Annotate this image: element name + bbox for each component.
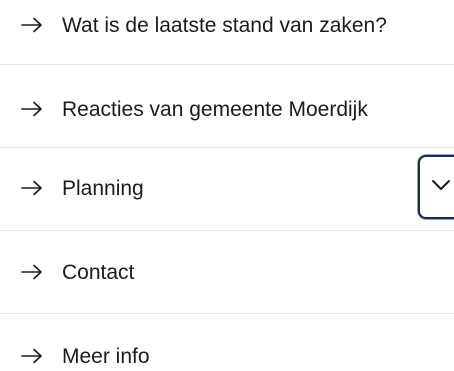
menu-item-label: Meer info xyxy=(62,344,150,368)
arrow-right-icon xyxy=(21,348,43,364)
arrow-right-icon xyxy=(21,180,43,196)
menu-item-contact[interactable]: Contact xyxy=(0,252,454,292)
arrow-right-icon xyxy=(21,264,43,280)
menu-item-planning[interactable]: Planning xyxy=(0,168,454,208)
expand-toggle-button[interactable] xyxy=(418,155,454,219)
menu-item-label: Wat is de laatste stand van zaken? xyxy=(62,13,387,37)
menu-item-label: Reacties van gemeente Moerdijk xyxy=(62,97,368,121)
divider xyxy=(0,230,454,231)
menu-item-laatste-stand[interactable]: Wat is de laatste stand van zaken? xyxy=(0,5,454,45)
chevron-down-icon xyxy=(420,178,452,197)
arrow-right-icon xyxy=(21,101,43,117)
arrow-right-icon xyxy=(21,17,43,33)
divider xyxy=(0,64,454,65)
divider xyxy=(0,313,454,314)
divider xyxy=(0,147,454,148)
menu-item-label: Contact xyxy=(62,260,135,284)
menu-item-label: Planning xyxy=(62,176,144,200)
menu-item-meer-info[interactable]: Meer info xyxy=(0,336,454,371)
menu-item-reacties[interactable]: Reacties van gemeente Moerdijk xyxy=(0,89,454,129)
navigation-list: Wat is de laatste stand van zaken? React… xyxy=(0,0,454,371)
